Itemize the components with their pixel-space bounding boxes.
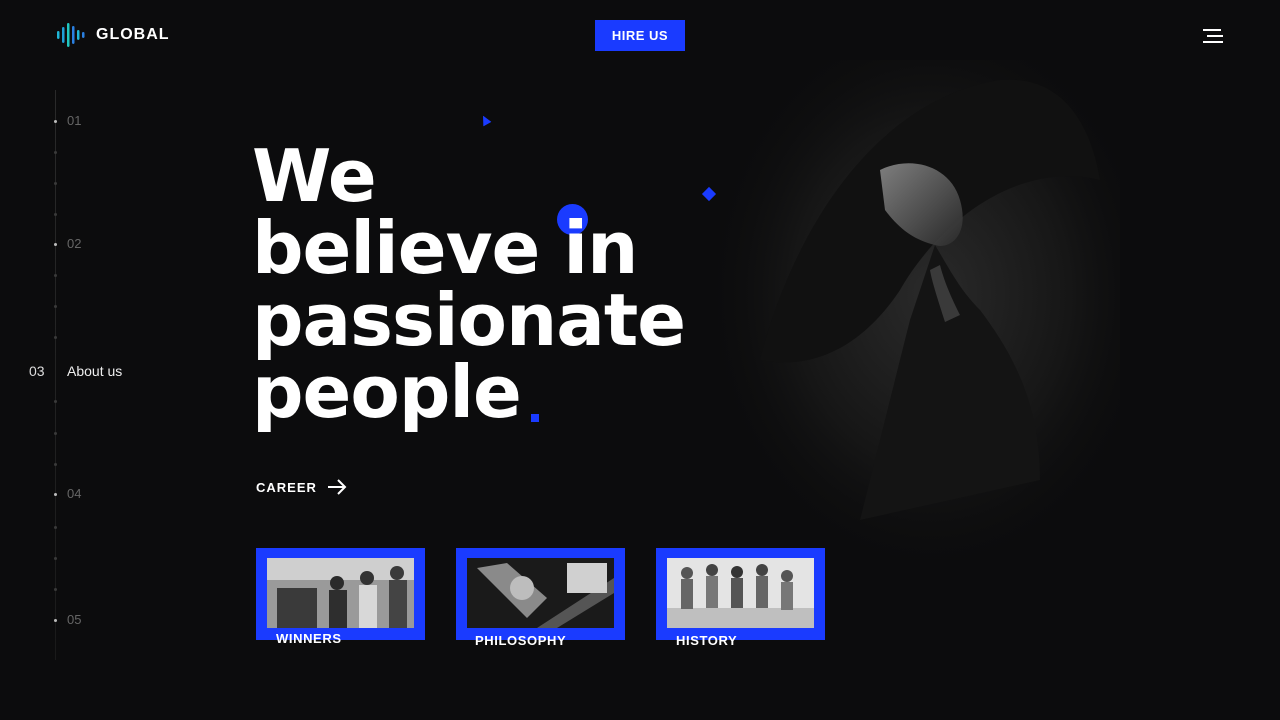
- card-philosophy[interactable]: PHILOSOPHY: [456, 548, 625, 648]
- side-nav-item-05[interactable]: 05: [67, 612, 81, 627]
- headline-line-1: We: [252, 134, 377, 218]
- side-nav-active-number[interactable]: 03: [29, 363, 45, 379]
- headline-line-2: believe in: [252, 206, 638, 290]
- accent-triangle: [480, 116, 493, 129]
- brand-logo[interactable]: GLOBAL: [56, 20, 170, 50]
- career-label: CAREER: [256, 479, 317, 495]
- card-label-winners: WINNERS: [276, 631, 342, 646]
- side-nav-tick: [54, 526, 57, 529]
- side-nav-dot: [54, 243, 57, 246]
- side-nav-tick: [54, 305, 57, 308]
- side-nav-line: [55, 90, 56, 660]
- headline-line-3: passionate: [252, 278, 686, 362]
- side-nav-tick: [54, 557, 57, 560]
- side-nav-dot: [54, 120, 57, 123]
- side-nav-tick: [54, 151, 57, 154]
- career-link[interactable]: CAREER: [256, 479, 347, 495]
- card-history[interactable]: HISTORY: [656, 548, 825, 648]
- arrow-right-icon: [327, 479, 347, 495]
- headline-line-4: people: [252, 350, 522, 434]
- philosophy-photo: [467, 558, 614, 628]
- side-nav-item-01[interactable]: 01: [67, 113, 81, 128]
- hamburger-menu-icon[interactable]: [1203, 27, 1227, 45]
- hire-us-button[interactable]: HIRE US: [595, 20, 685, 51]
- side-nav-item-about-us[interactable]: About us: [67, 363, 122, 379]
- card-label-history: HISTORY: [676, 633, 738, 648]
- hero-headline: We believe in passionate people: [252, 134, 686, 434]
- side-nav-tick: [54, 463, 57, 466]
- side-nav-tick: [54, 400, 57, 403]
- side-nav-item-02[interactable]: 02: [67, 236, 81, 251]
- side-nav-tick: [54, 432, 57, 435]
- side-nav-tick: [54, 588, 57, 591]
- side-nav-tick: [54, 182, 57, 185]
- side-nav-item-04[interactable]: 04: [67, 486, 81, 501]
- winners-photo: [267, 558, 414, 628]
- side-nav-dot: [54, 619, 57, 622]
- logo-text: GLOBAL: [96, 26, 170, 43]
- card-winners[interactable]: WINNERS: [256, 548, 425, 646]
- side-nav-tick: [54, 274, 57, 277]
- card-label-philosophy: PHILOSOPHY: [475, 633, 567, 648]
- side-nav-dot: [54, 493, 57, 496]
- side-nav-tick: [54, 213, 57, 216]
- hero-portrait-image: [700, 60, 1120, 580]
- sound-wave-icon: [57, 23, 85, 47]
- history-photo: [667, 558, 814, 628]
- side-nav-tick: [54, 336, 57, 339]
